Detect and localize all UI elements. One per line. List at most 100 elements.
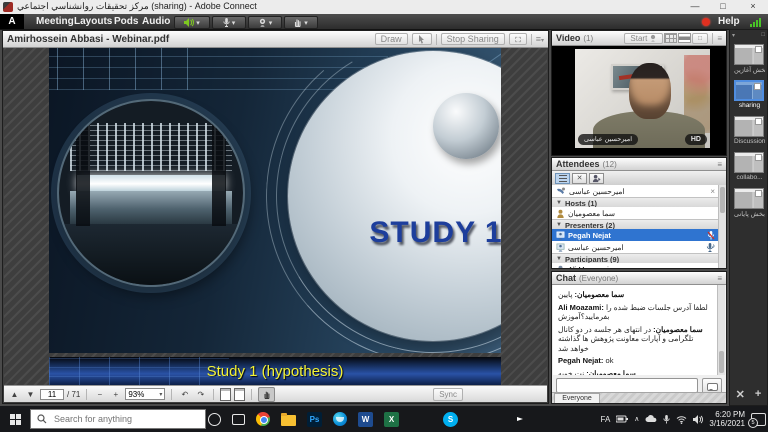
taskbar-search[interactable] [30,409,206,429]
sync-button[interactable]: Sync [433,388,463,401]
breakout-view-button[interactable]: ✕ [572,173,587,184]
attendees-pod-menu-button[interactable]: ≡ [717,160,722,169]
edge-icon[interactable] [333,412,347,426]
layout-item-discussion[interactable]: Discussion [734,116,765,145]
layouts-panel-menu-icon[interactable]: ▾ [732,32,735,40]
chat-message: Pegah Nejat: ok [558,356,713,366]
wifi-icon[interactable] [676,415,687,424]
chat-message: سما معصومیان: نت خوبه [558,369,713,376]
battery-icon[interactable] [616,415,628,423]
fullscreen-button[interactable] [509,33,527,45]
continuous-view-button[interactable] [234,388,245,401]
layout-item-collaboration[interactable]: collabo... [734,152,765,181]
rotate-cw-button[interactable]: ↷ [194,390,207,399]
attendees-scrollbar[interactable] [718,185,726,268]
layout-thumbnail[interactable] [734,152,764,173]
layout-item-opening[interactable]: بخش آغازین [734,44,765,74]
chat-input[interactable] [556,378,698,393]
onedrive-icon[interactable] [645,415,657,423]
tab-everyone[interactable]: Everyone [554,393,600,403]
status-hand-button[interactable]: ▾ [284,16,318,29]
microphone-dropdown-icon[interactable]: ▾ [232,19,236,27]
filmstrip-view-button[interactable] [678,33,691,43]
layout-thumbnail[interactable] [734,188,764,209]
chat-scrollbar[interactable] [717,285,725,375]
remove-dialin-button[interactable]: × [710,187,715,196]
layouts-panel-pin-icon[interactable]: □ [761,32,765,40]
start-button[interactable] [0,406,30,432]
host-row[interactable]: سما معصومیان [552,207,719,219]
zoom-in-button[interactable]: + [109,390,122,399]
action-center-icon[interactable]: 5 [751,413,766,426]
page-number-input[interactable] [40,389,64,400]
single-page-view-button[interactable] [220,388,231,401]
draw-button[interactable]: Draw [375,33,408,45]
participant-row[interactable]: Ali Moazami [552,263,719,269]
share-pod: Amirhossein Abbasi - Webinar.pdf Draw St… [2,30,549,404]
window-title: مركز تحقيقات روانشناسي اجتماعي (sharing)… [17,1,257,12]
page-up-button[interactable]: ▲ [8,390,21,399]
chrome-icon[interactable] [256,412,270,426]
close-button[interactable]: × [742,0,764,13]
hosts-collapse-icon[interactable]: ▼ [556,200,562,206]
grid-view-button[interactable] [664,33,677,43]
page-down-button[interactable]: ▼ [24,390,37,399]
share-pod-menu-button[interactable]: ≡▾ [536,34,544,44]
speaker-icon [184,18,194,27]
adobe-connect-window: مركز تحقيقات روانشناسي اجتماعي (sharing)… [0,0,768,432]
chat-pod-menu-button[interactable]: ≡ [717,274,722,283]
layout-item-sharing[interactable]: sharing [734,80,765,109]
attendee-status-view-button[interactable] [589,173,604,184]
webcam-button[interactable]: ▾ [248,16,282,29]
hand-tool-button[interactable] [258,387,275,402]
taskbar-clock[interactable]: 6:20 PM 3/16/2021 [709,410,745,428]
attendee-list-view-button[interactable] [555,173,570,184]
zoom-out-button[interactable]: − [93,390,106,399]
zoom-level-select[interactable]: 93% ▾ [125,388,165,400]
task-view-icon[interactable] [232,414,245,425]
pointer-button[interactable] [412,33,432,45]
add-layout-button[interactable]: + [755,388,761,401]
layout-thumbnail-active[interactable] [734,80,764,101]
start-webcam-button[interactable]: Start [624,33,663,44]
connection-signal-icon[interactable] [750,18,761,27]
presenter-row[interactable]: امیرحسین عباسی [552,241,719,253]
language-indicator[interactable]: FA [601,415,611,424]
presenters-collapse-icon[interactable]: ▼ [556,222,562,228]
adobe-logo[interactable]: A [0,14,24,29]
scrollbar-thumb[interactable] [720,187,725,213]
stop-sharing-button[interactable]: Stop Sharing [441,33,505,45]
volume-icon[interactable] [693,415,703,424]
photoshop-icon[interactable]: Ps [307,412,322,427]
participant-icon [556,265,565,270]
layout-item-closing[interactable]: بخش پایانی [734,188,765,218]
menu-audio[interactable]: Audio [138,14,174,29]
search-input[interactable] [52,413,186,425]
close-layouts-button[interactable]: ✕ [736,388,745,401]
presenter-row-selected[interactable]: Pegah Nejat [552,229,719,241]
file-explorer-icon[interactable] [281,415,296,426]
video-fullscreen-button[interactable] [692,33,708,44]
layout-thumbnail[interactable] [734,116,764,137]
minimize-button[interactable]: — [684,0,706,13]
layout-thumbnail[interactable] [734,44,764,65]
excel-icon[interactable]: X [384,412,399,427]
rotate-ccw-button[interactable]: ↶ [178,390,191,399]
word-icon[interactable]: W [358,412,373,427]
microphone-button[interactable]: ▾ [212,16,246,29]
tray-expand-icon[interactable]: ∧ [634,415,639,423]
menu-help[interactable]: Help [718,14,740,29]
status-dropdown-icon[interactable]: ▾ [304,19,308,27]
video-pod-menu-button[interactable]: ≡ [717,34,722,43]
participants-collapse-icon[interactable]: ▼ [556,256,562,262]
next-slide-deco-grid [49,357,229,385]
skype-icon[interactable]: S [443,412,458,427]
speaker-button[interactable]: ▾ [174,16,210,29]
layouts-panel-header: ▾ □ [732,32,765,40]
webcam-dropdown-icon[interactable]: ▾ [269,19,273,27]
cortana-icon[interactable] [208,413,221,426]
maximize-button[interactable]: □ [712,0,734,13]
tray-microphone-icon[interactable] [663,415,670,424]
scrollbar-thumb[interactable] [719,351,724,373]
speaker-dropdown-icon[interactable]: ▾ [196,19,200,27]
